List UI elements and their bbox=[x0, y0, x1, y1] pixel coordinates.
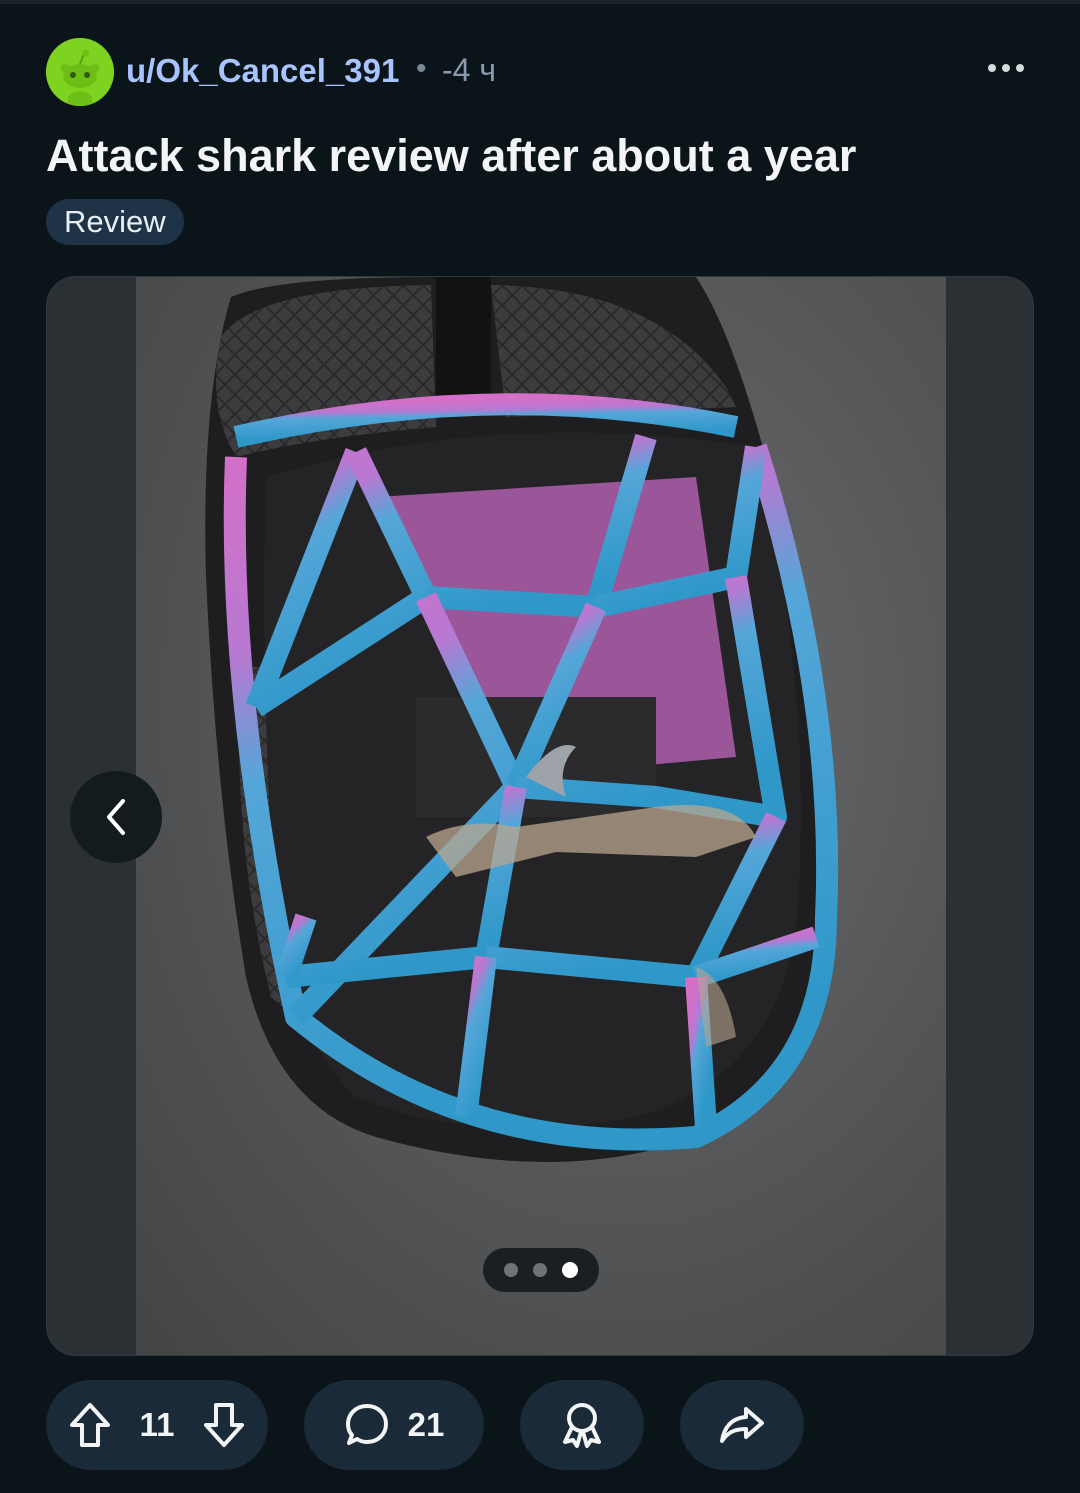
more-options-button[interactable] bbox=[984, 56, 1028, 80]
post-flair[interactable]: Review bbox=[46, 199, 184, 245]
avatar[interactable] bbox=[46, 38, 114, 106]
post-action-bar: 11 21 bbox=[46, 1380, 1036, 1470]
previous-image-button[interactable] bbox=[70, 771, 162, 863]
more-dot bbox=[1016, 64, 1024, 72]
more-dot bbox=[1002, 64, 1010, 72]
page-dot[interactable] bbox=[504, 1263, 518, 1277]
arrow-down-icon bbox=[203, 1403, 244, 1447]
chevron-left-icon bbox=[107, 799, 125, 835]
snoo-avatar-icon bbox=[46, 38, 114, 106]
vote-control: 11 bbox=[46, 1380, 268, 1470]
post-time: -4 ч bbox=[442, 52, 497, 88]
comment-bubble-icon bbox=[345, 1404, 388, 1445]
vote-count: 11 bbox=[139, 1406, 175, 1443]
mouse-photo bbox=[136, 277, 946, 1355]
more-horizontal-icon bbox=[988, 64, 996, 72]
meta-separator: • bbox=[416, 52, 427, 85]
arrow-up-icon bbox=[70, 1403, 110, 1447]
page-dot-active[interactable] bbox=[562, 1262, 578, 1278]
share-arrow-icon bbox=[720, 1407, 764, 1443]
downvote-button[interactable] bbox=[202, 1401, 246, 1449]
post-header: u/Ok_Cancel_391 • -4 ч bbox=[46, 38, 1036, 110]
award-button[interactable] bbox=[520, 1380, 644, 1470]
post-author[interactable]: u/Ok_Cancel_391 bbox=[126, 52, 399, 90]
top-divider bbox=[0, 0, 1080, 4]
comments-button[interactable]: 21 bbox=[304, 1380, 484, 1470]
share-button[interactable] bbox=[680, 1380, 804, 1470]
award-icon bbox=[563, 1403, 601, 1448]
carousel-pagination bbox=[483, 1248, 599, 1292]
post-title[interactable]: Attack shark review after about a year bbox=[46, 130, 856, 182]
post-media-carousel[interactable] bbox=[46, 276, 1034, 1356]
upvote-button[interactable] bbox=[68, 1401, 112, 1449]
comment-count: 21 bbox=[407, 1406, 445, 1443]
page-dot[interactable] bbox=[533, 1263, 547, 1277]
